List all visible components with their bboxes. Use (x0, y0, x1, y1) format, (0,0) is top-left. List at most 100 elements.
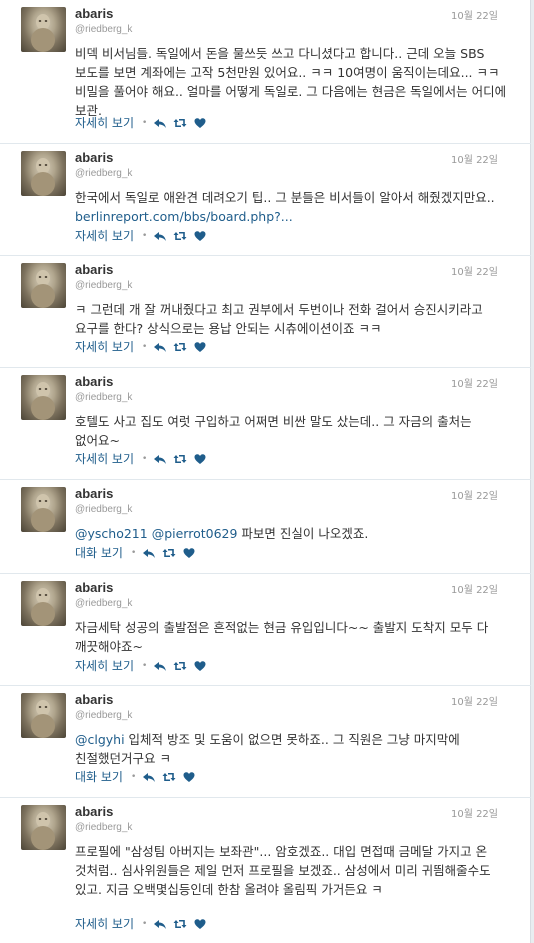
user-name[interactable]: abaris (75, 6, 113, 21)
favorite-icon[interactable] (193, 117, 207, 129)
avatar[interactable] (21, 7, 66, 52)
tweet-text-container: @clgyhi 입체적 방조 및 도움이 없으면 못하죠.. 그 직원은 그냥 … (75, 730, 509, 768)
expand-link[interactable]: 자세히 보기 (75, 657, 134, 674)
user-handle[interactable]: @riedberg_k (75, 168, 132, 179)
favorite-icon[interactable] (193, 230, 207, 242)
user-handle[interactable]: @riedberg_k (75, 392, 132, 403)
reply-icon[interactable] (153, 117, 167, 129)
tweet-actions: 자세히 보기 • (75, 338, 207, 355)
user-handle[interactable]: @riedberg_k (75, 822, 132, 833)
reply-icon[interactable] (153, 453, 167, 465)
tweet-time[interactable]: 10월 22일 (451, 693, 498, 708)
retweet-icon[interactable] (162, 771, 176, 783)
tweet-time[interactable]: 10월 22일 (451, 805, 498, 820)
user-name[interactable]: abaris (75, 262, 113, 277)
retweet-icon[interactable] (173, 230, 187, 242)
tweet-actions: 자세히 보기 • (75, 114, 207, 131)
user-handle[interactable]: @riedberg_k (75, 280, 132, 291)
avatar[interactable] (21, 375, 66, 420)
expand-link[interactable]: 자세히 보기 (75, 450, 134, 467)
reply-icon[interactable] (142, 771, 156, 783)
tweet-item[interactable]: abaris @riedberg_k 10월 22일 한국에서 독일로 애완견 … (0, 144, 531, 256)
avatar[interactable] (21, 487, 66, 532)
conversation-link[interactable]: 대화 보기 (75, 768, 123, 785)
tweet-text: 프로필에 "삼성팀 아버지는 보좌관"... 암호겠죠.. 대입 면접때 금메달… (75, 844, 491, 897)
separator-dot: • (142, 341, 148, 352)
separator-dot: • (142, 117, 148, 128)
user-name[interactable]: abaris (75, 580, 113, 595)
reply-icon[interactable] (153, 660, 167, 672)
favorite-icon[interactable] (182, 771, 196, 783)
tweet-time[interactable]: 10월 22일 (451, 581, 498, 596)
tweet-actions: 자세히 보기 • (75, 657, 207, 674)
avatar[interactable] (21, 263, 66, 308)
tweet-text: ㅋ 그런데 개 잘 꺼내줬다고 최고 권부에서 두번이나 전화 걸어서 승진시키… (75, 302, 483, 336)
tweet-item[interactable]: abaris @riedberg_k 10월 22일 @yscho211 @pi… (0, 480, 531, 574)
user-name[interactable]: abaris (75, 486, 113, 501)
separator-dot: • (142, 453, 148, 464)
tweet-time[interactable]: 10월 22일 (451, 487, 498, 502)
separator-dot: • (142, 660, 148, 671)
user-handle[interactable]: @riedberg_k (75, 710, 132, 721)
tweet-actions: 대화 보기 • (75, 768, 196, 785)
retweet-icon[interactable] (173, 117, 187, 129)
tweet-time[interactable]: 10월 22일 (451, 263, 498, 278)
separator-dot: • (130, 547, 137, 558)
reply-icon[interactable] (142, 547, 156, 559)
tweet-actions: 자세히 보기 • (75, 915, 207, 932)
user-name[interactable]: abaris (75, 374, 113, 389)
conversation-link[interactable]: 대화 보기 (75, 544, 123, 561)
tweet-text: 파보면 진실이 나오겠죠. (237, 526, 369, 541)
avatar[interactable] (21, 151, 66, 196)
expand-link[interactable]: 자세히 보기 (75, 338, 134, 355)
tweet-text: 입체적 방조 및 도움이 없으면 못하죠.. 그 직원은 그냥 마지막에 친절했… (75, 732, 460, 766)
reply-icon[interactable] (153, 341, 167, 353)
reply-icon[interactable] (153, 230, 167, 242)
tweet-time[interactable]: 10월 22일 (451, 151, 498, 166)
favorite-icon[interactable] (193, 453, 207, 465)
tweet-text: 호텔도 사고 집도 여럿 구입하고 어쩌면 비싼 말도 샀는데.. 그 자금의 … (75, 414, 472, 448)
favorite-icon[interactable] (193, 341, 207, 353)
user-name[interactable]: abaris (75, 150, 113, 165)
tweet-link[interactable]: berlinreport.com/bbs/board.php?... (75, 209, 293, 224)
retweet-icon[interactable] (173, 660, 187, 672)
tweet-text: 비덱 비서님들. 독일에서 돈을 물쓰듯 쓰고 다니셨다고 합니다.. 근데 오… (75, 46, 507, 118)
tweet-stream: abaris @riedberg_k 10월 22일 비덱 비서님들. 독일에서… (0, 0, 531, 943)
tweet-item[interactable]: abaris @riedberg_k 10월 22일 자금세탁 성공의 출발점은… (0, 574, 531, 686)
tweet-item[interactable]: abaris @riedberg_k 10월 22일 ㅋ 그런데 개 잘 꺼내줬… (0, 256, 531, 368)
tweet-actions: 자세히 보기 • (75, 450, 207, 467)
favorite-icon[interactable] (182, 547, 196, 559)
separator-dot: • (142, 918, 148, 929)
expand-link[interactable]: 자세히 보기 (75, 915, 134, 932)
avatar[interactable] (21, 581, 66, 626)
avatar[interactable] (21, 805, 66, 850)
user-name[interactable]: abaris (75, 804, 113, 819)
retweet-icon[interactable] (173, 918, 187, 930)
user-handle[interactable]: @riedberg_k (75, 24, 132, 35)
tweet-actions: 자세히 보기 • (75, 227, 207, 244)
user-handle[interactable]: @riedberg_k (75, 598, 132, 609)
retweet-icon[interactable] (173, 341, 187, 353)
tweet-actions: 대화 보기 • (75, 544, 196, 561)
mention-link[interactable]: @pierrot0629 (152, 526, 238, 541)
separator-dot: • (130, 771, 137, 782)
avatar[interactable] (21, 693, 66, 738)
retweet-icon[interactable] (173, 453, 187, 465)
tweet-item[interactable]: abaris @riedberg_k 10월 22일 비덱 비서님들. 독일에서… (0, 0, 531, 144)
tweet-text: 자금세탁 성공의 출발점은 흔적없는 현금 유입입니다~~ 출발지 도착지 모두… (75, 620, 489, 654)
expand-link[interactable]: 자세히 보기 (75, 114, 134, 131)
mention-link[interactable]: @clgyhi (75, 732, 125, 747)
expand-link[interactable]: 자세히 보기 (75, 227, 134, 244)
mention-link[interactable]: @yscho211 (75, 526, 148, 541)
tweet-item[interactable]: abaris @riedberg_k 10월 22일 @clgyhi 입체적 방… (0, 686, 531, 798)
tweet-time[interactable]: 10월 22일 (451, 7, 498, 22)
tweet-item[interactable]: abaris @riedberg_k 10월 22일 프로필에 "삼성팀 아버지… (0, 798, 531, 943)
user-name[interactable]: abaris (75, 692, 113, 707)
reply-icon[interactable] (153, 918, 167, 930)
favorite-icon[interactable] (193, 660, 207, 672)
user-handle[interactable]: @riedberg_k (75, 504, 132, 515)
tweet-item[interactable]: abaris @riedberg_k 10월 22일 호텔도 사고 집도 여럿 … (0, 368, 531, 480)
favorite-icon[interactable] (193, 918, 207, 930)
retweet-icon[interactable] (162, 547, 176, 559)
tweet-time[interactable]: 10월 22일 (451, 375, 498, 390)
